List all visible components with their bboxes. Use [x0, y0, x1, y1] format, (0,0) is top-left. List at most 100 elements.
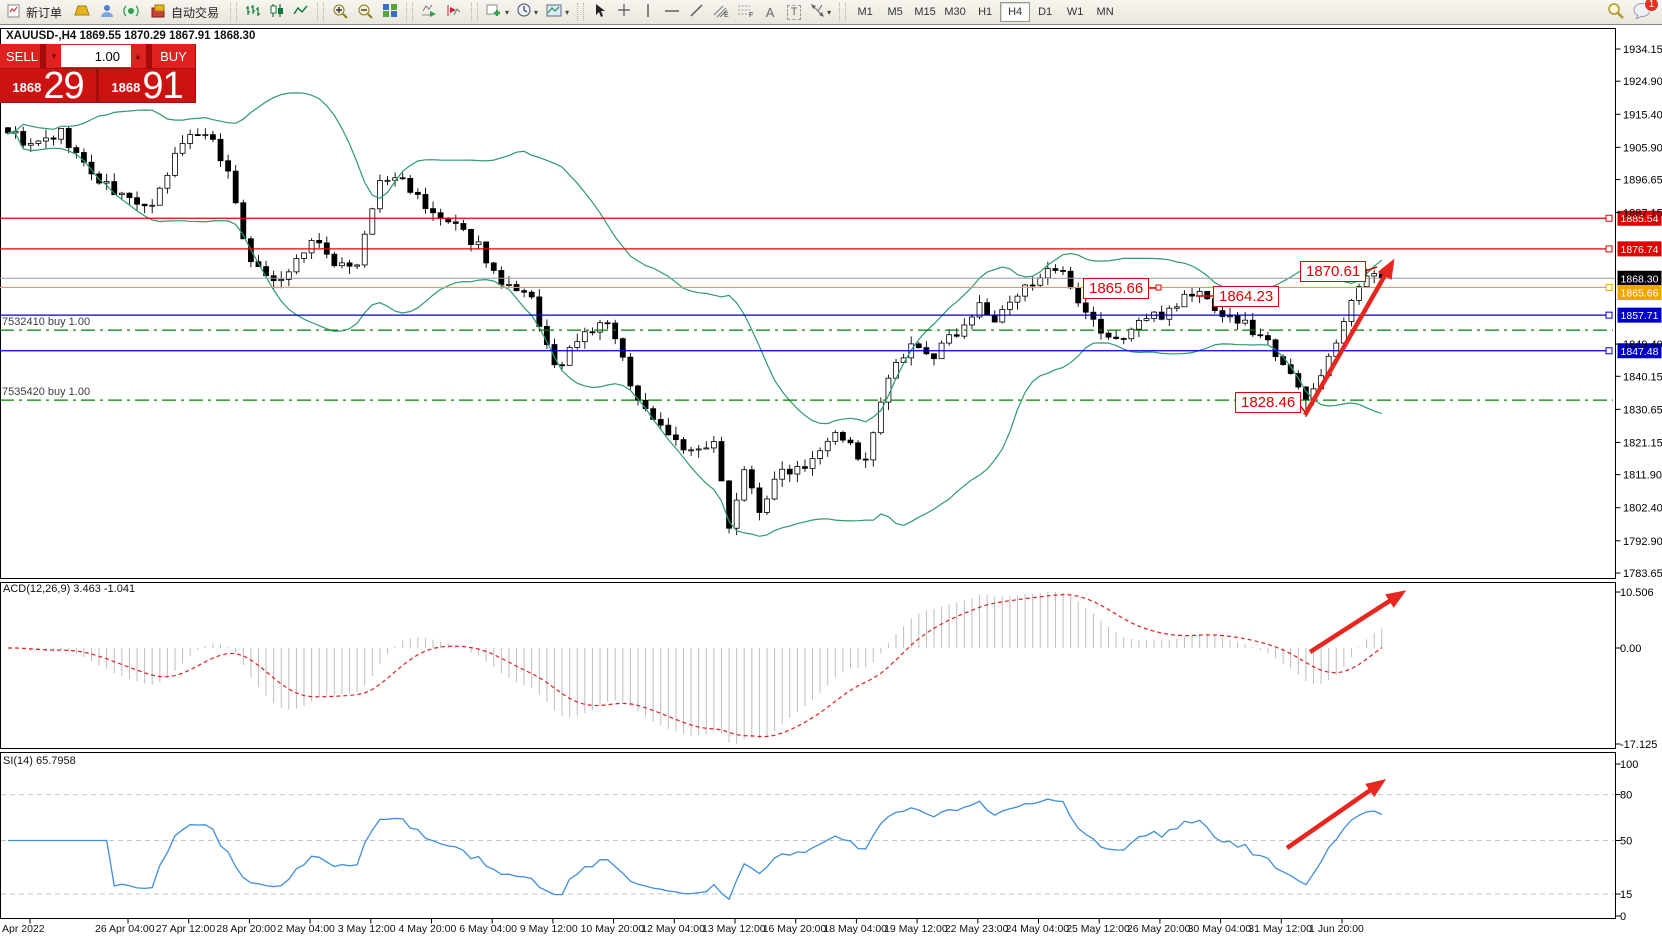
candle-body: [749, 470, 754, 488]
candle-body: [43, 138, 48, 141]
timeframe-m30[interactable]: M30: [940, 2, 970, 22]
trendline-tool-button[interactable]: [684, 1, 708, 23]
candle-body: [408, 178, 413, 192]
tile-windows-button[interactable]: [378, 1, 402, 23]
periods-button[interactable]: ▾: [513, 1, 542, 23]
gold-bar-button[interactable]: [69, 1, 95, 23]
trend-arrow: [1287, 782, 1382, 848]
timeframe-m5[interactable]: M5: [880, 2, 910, 22]
timeframe-d1[interactable]: D1: [1030, 2, 1060, 22]
fibonacci-tool-button[interactable]: F: [733, 1, 758, 23]
time-axis-label: 24 May 04:00: [1006, 923, 1070, 935]
timeframe-mn[interactable]: MN: [1090, 2, 1120, 22]
volume-increase-button[interactable]: ▲: [131, 45, 145, 67]
cursor-tool-button[interactable]: [588, 1, 612, 23]
mt4-window: 新订单 自动交易 ▾ ▾ ▾ E F A T ▾ M: [0, 0, 1662, 939]
horizontal-line-tool-button[interactable]: [660, 1, 684, 23]
equidistant-channel-tool-button[interactable]: E: [708, 1, 733, 23]
time-axis-label: 1 Jun 20:00: [1309, 923, 1364, 935]
auto-scroll-button[interactable]: [417, 1, 442, 23]
text-tool-button[interactable]: A: [758, 1, 782, 23]
chat-button[interactable]: 1: [1633, 2, 1652, 22]
price-axis-label: 1934.15: [1623, 44, 1662, 56]
buy-price-pips: 91: [142, 71, 182, 101]
candle-body: [400, 178, 405, 179]
sell-button[interactable]: SELL: [0, 44, 40, 68]
new-chart-button[interactable]: ▾: [482, 1, 513, 23]
candle-body: [605, 323, 610, 324]
price-annotation[interactable]: 1865.66: [1083, 278, 1149, 299]
chevron-down-icon: ▾: [827, 8, 831, 17]
periods-clock-icon: [517, 3, 532, 21]
candle-body: [1068, 271, 1073, 288]
volume-decrease-button[interactable]: ▼: [47, 45, 61, 67]
candle-body: [415, 192, 420, 194]
candle-body: [1227, 316, 1232, 317]
candle-body: [476, 242, 481, 245]
candle-body: [218, 139, 223, 160]
crosshair-tool-button[interactable]: [612, 1, 636, 23]
bar-chart-icon: [245, 3, 261, 21]
chevron-down-icon: ▾: [534, 8, 538, 17]
candle-body: [1235, 316, 1240, 323]
candle-body: [947, 335, 952, 343]
candle-body: [1136, 320, 1141, 329]
new-order-button[interactable]: 新订单: [0, 1, 69, 23]
time-axis-label: Apr 2022: [2, 923, 45, 935]
chart-shift-button[interactable]: [442, 1, 467, 23]
zoom-out-button[interactable]: [353, 1, 378, 23]
buy-price[interactable]: 1868 91: [99, 69, 195, 102]
rsi-indicator-label: SI(14) 65.7958: [3, 755, 76, 767]
zoom-in-button[interactable]: [328, 1, 353, 23]
line-anchor-marker: [1606, 215, 1612, 221]
price-annotation[interactable]: 1864.23: [1213, 286, 1279, 307]
time-axis-label: 26 Apr 04:00: [95, 923, 155, 935]
auto-trading-label: 自动交易: [171, 4, 219, 21]
timeframe-w1[interactable]: W1: [1060, 2, 1090, 22]
candle-body: [666, 425, 671, 435]
candle-body: [1076, 288, 1081, 303]
chart-ohlc-header: XAUUSD-,H4 1869.55 1870.29 1867.91 1868.…: [6, 30, 255, 42]
candle-body: [461, 223, 466, 229]
line-chart-button[interactable]: [289, 1, 313, 23]
timeframe-m1[interactable]: M1: [850, 2, 880, 22]
sell-price[interactable]: 1868 29: [0, 69, 96, 102]
candle-body: [719, 441, 724, 480]
trend-arrow: [1305, 263, 1392, 415]
timeframe-h4[interactable]: H4: [1000, 2, 1030, 22]
signal-button[interactable]: [119, 1, 144, 23]
text-label-tool-button[interactable]: T: [782, 1, 806, 23]
timeframe-m15[interactable]: M15: [910, 2, 940, 22]
volume-input[interactable]: [61, 45, 131, 67]
candle-body: [590, 332, 595, 333]
auto-trading-button[interactable]: 自动交易: [144, 1, 226, 23]
chart-canvas[interactable]: 1885.541876.741868.301865.661857.711847.…: [0, 0, 1662, 939]
price-annotation[interactable]: 1870.61: [1300, 261, 1366, 282]
svg-text:1876.74: 1876.74: [1621, 244, 1659, 256]
candle-body: [1114, 337, 1119, 338]
template-button[interactable]: ▾: [542, 1, 573, 23]
shapes-tool-button[interactable]: ▾: [806, 1, 835, 23]
candle-body: [104, 182, 109, 183]
profile-button[interactable]: [95, 1, 119, 23]
timeframe-h1[interactable]: H1: [970, 2, 1000, 22]
bar-chart-button[interactable]: [241, 1, 265, 23]
shapes-icon: [810, 3, 825, 21]
order-line-label[interactable]: 7532410 buy 1.00: [2, 316, 90, 328]
candle-body: [36, 141, 41, 143]
candle-body: [499, 271, 504, 285]
candle-body: [582, 332, 587, 342]
search-icon[interactable]: [1607, 2, 1625, 22]
candle-body: [188, 135, 193, 144]
order-line-label[interactable]: 7535420 buy 1.00: [2, 386, 90, 398]
candle-body: [1357, 287, 1362, 301]
template-icon: [546, 4, 563, 21]
vertical-line-tool-button[interactable]: [636, 1, 660, 23]
macd-indicator-label: ACD(12,26,9) 3.463 -1.041: [3, 583, 135, 595]
time-axis-label: 9 May 12:00: [520, 923, 578, 935]
time-axis-label: 10 May 20:00: [581, 923, 645, 935]
candle-body: [1258, 335, 1263, 336]
candlestick-chart-button[interactable]: [265, 1, 289, 23]
price-annotation[interactable]: 1828.46: [1235, 392, 1301, 413]
candle-body: [795, 467, 800, 474]
